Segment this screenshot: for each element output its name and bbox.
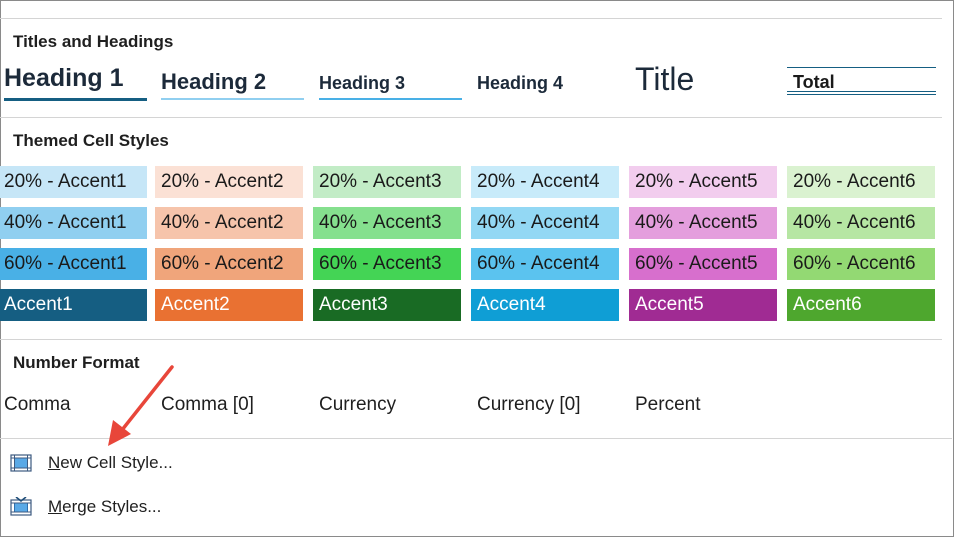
divider — [0, 339, 942, 340]
style-20-accent2[interactable]: 20% - Accent2 — [155, 166, 303, 198]
style-20-accent4[interactable]: 20% - Accent4 — [471, 166, 619, 198]
style-40-accent2[interactable]: 40% - Accent2 — [155, 207, 303, 239]
style-title[interactable]: Title — [635, 61, 694, 98]
style-heading-1[interactable]: Heading 1 — [4, 64, 147, 101]
style-40-accent6[interactable]: 40% - Accent6 — [787, 207, 935, 239]
style-accent-accent3[interactable]: Accent3 — [313, 289, 461, 321]
merge-styles-button[interactable]: Merge Styles... — [10, 494, 161, 520]
style-heading-4[interactable]: Heading 4 — [477, 73, 563, 94]
style-20-accent6[interactable]: 20% - Accent6 — [787, 166, 935, 198]
section-title-titles: Titles and Headings — [13, 32, 174, 51]
style-20-accent5[interactable]: 20% - Accent5 — [629, 166, 777, 198]
merge-styles-label: Merge Styles... — [48, 497, 162, 516]
style-60-accent1[interactable]: 60% - Accent1 — [0, 248, 147, 280]
divider — [0, 438, 952, 439]
merge-styles-icon — [10, 496, 32, 517]
divider — [0, 18, 942, 19]
style-20-accent1[interactable]: 20% - Accent1 — [0, 166, 147, 198]
style-40-accent3[interactable]: 40% - Accent3 — [313, 207, 461, 239]
style-60-accent3[interactable]: 60% - Accent3 — [313, 248, 461, 280]
style-accent-accent4[interactable]: Accent4 — [471, 289, 619, 321]
style-60-accent5[interactable]: 60% - Accent5 — [629, 248, 777, 280]
style-accent-accent2[interactable]: Accent2 — [155, 289, 303, 321]
style-heading-2[interactable]: Heading 2 — [161, 69, 304, 100]
style-40-accent5[interactable]: 40% - Accent5 — [629, 207, 777, 239]
style-accent-accent6[interactable]: Accent6 — [787, 289, 935, 321]
style-accent-accent1[interactable]: Accent1 — [0, 289, 147, 321]
style-40-accent4[interactable]: 40% - Accent4 — [471, 207, 619, 239]
style-accent-accent5[interactable]: Accent5 — [629, 289, 777, 321]
style-currency[interactable]: Currency — [319, 394, 396, 416]
style-60-accent6[interactable]: 60% - Accent6 — [787, 248, 935, 280]
style-20-accent3[interactable]: 20% - Accent3 — [313, 166, 461, 198]
section-title-themed: Themed Cell Styles — [13, 131, 169, 150]
style-heading-3[interactable]: Heading 3 — [319, 73, 462, 100]
style-comma[interactable]: Comma — [4, 394, 71, 416]
divider — [0, 117, 942, 118]
style-40-accent1[interactable]: 40% - Accent1 — [0, 207, 147, 239]
new-cell-style-label: New Cell Style... — [48, 453, 173, 472]
style-percent[interactable]: Percent — [635, 394, 700, 416]
style-60-accent4[interactable]: 60% - Accent4 — [471, 248, 619, 280]
style-currency-0[interactable]: Currency [0] — [477, 394, 580, 416]
style-total[interactable]: Total — [787, 67, 936, 95]
style-comma-0[interactable]: Comma [0] — [161, 394, 254, 416]
style-60-accent2[interactable]: 60% - Accent2 — [155, 248, 303, 280]
new-cell-style-button[interactable]: New Cell Style... — [10, 450, 173, 476]
new-cell-style-icon — [10, 453, 32, 473]
section-title-number: Number Format — [13, 353, 140, 372]
